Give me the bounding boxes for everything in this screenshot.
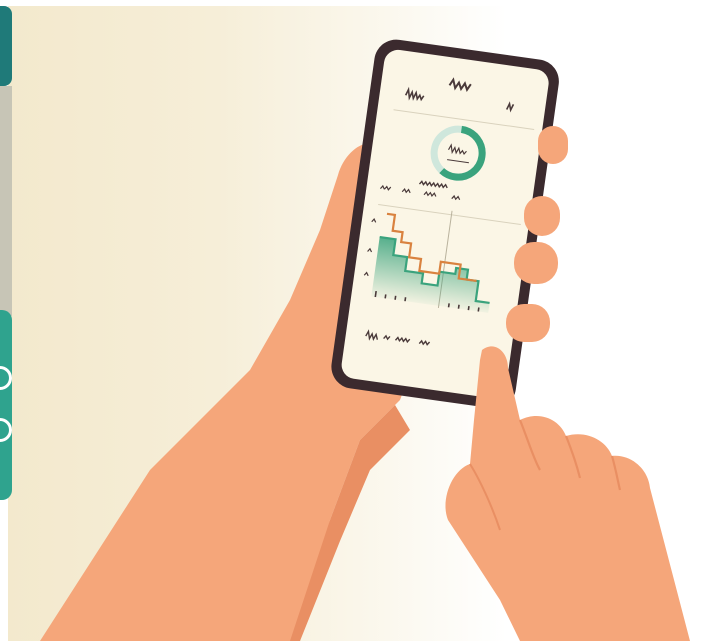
hands-and-phone <box>40 39 690 641</box>
illustration-scene <box>0 0 701 641</box>
right-hand <box>445 346 690 641</box>
